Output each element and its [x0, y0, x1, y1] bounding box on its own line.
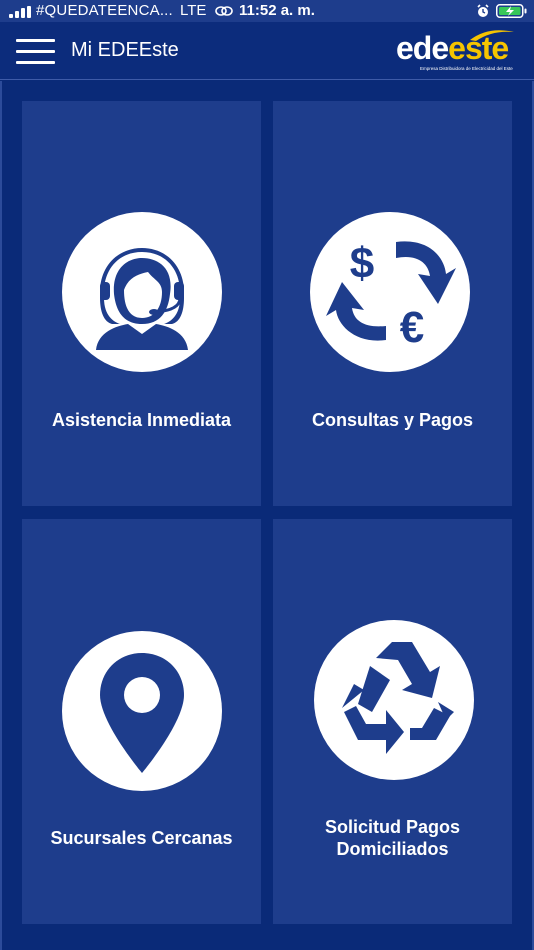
- location-pin-icon: [62, 631, 222, 791]
- currency-exchange-icon: $ €: [310, 212, 470, 372]
- edeeste-logo: edeeste Empresa Distribuidora de Electri…: [396, 28, 518, 72]
- app-bar: Mi EDEEste edeeste Empresa Distribuidora…: [0, 22, 534, 80]
- svg-text:$: $: [350, 239, 374, 288]
- signal-strength-icon: [9, 6, 31, 18]
- network-type: LTE: [180, 2, 207, 19]
- clock-time: 11:52 a. m.: [239, 2, 315, 19]
- carrier-name: #QUEDATEENCA...: [36, 2, 173, 19]
- status-bar: #QUEDATEENCA... LTE 11:52 a. m.: [0, 0, 534, 22]
- hamburger-menu-icon[interactable]: [16, 39, 55, 64]
- tile-label: Solicitud Pagos Domiciliados: [324, 817, 461, 859]
- tile-solicitud-pagos-domiciliados[interactable]: Solicitud Pagos Domiciliados: [273, 519, 512, 924]
- svg-text:€: €: [400, 303, 424, 352]
- hotspot-link-icon: [215, 6, 233, 16]
- headset-agent-icon: [62, 212, 222, 372]
- tile-label: Asistencia Inmediata: [51, 410, 232, 430]
- alarm-icon: [477, 4, 489, 17]
- battery-charging-icon: [496, 4, 527, 18]
- tile-consultas-y-pagos[interactable]: $ € Consultas y Pagos: [273, 101, 512, 506]
- tile-asistencia-inmediata[interactable]: Asistencia Inmediata: [22, 101, 261, 506]
- tile-label: Consultas y Pagos: [311, 410, 474, 430]
- tile-label: Sucursales Cercanas: [50, 828, 233, 848]
- recycle-icon: [314, 620, 474, 780]
- app-title: Mi EDEEste: [71, 39, 179, 61]
- tile-sucursales-cercanas[interactable]: Sucursales Cercanas: [22, 519, 261, 924]
